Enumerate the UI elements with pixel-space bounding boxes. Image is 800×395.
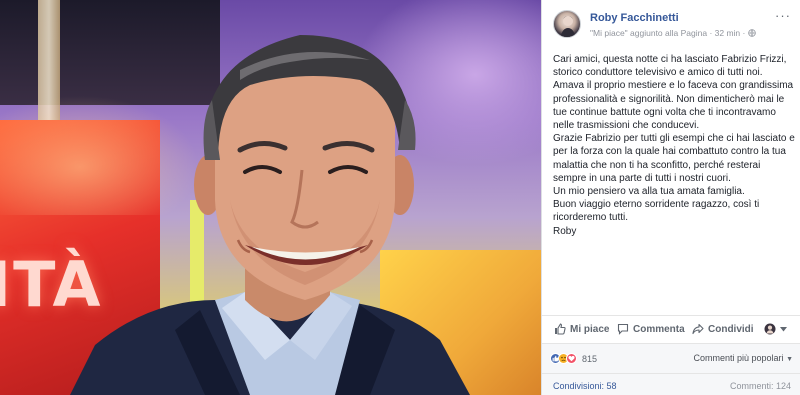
like-label: Mi piace [570, 323, 610, 335]
post-body: Cari amici, questa notte ci ha lasciato … [553, 53, 795, 238]
stats-divider [542, 373, 800, 374]
author-avatar[interactable] [553, 10, 581, 38]
author-name-link[interactable]: Roby Facchinetti [590, 12, 679, 24]
page-avatar-icon [764, 323, 776, 335]
post-paragraph: Cari amici, questa notte ci ha lasciato … [553, 54, 794, 132]
reactions-summary[interactable]: 815 [550, 353, 597, 364]
post-meta: "Mi piace" aggiunto alla Pagina · 32 min… [590, 28, 756, 38]
love-reaction-icon [566, 353, 577, 364]
post-stats: 815 Commenti più popolari ▼ Condivisioni… [542, 343, 800, 395]
share-button[interactable]: Condividi [692, 323, 754, 335]
reaction-count: 815 [582, 353, 598, 364]
comment-icon [617, 323, 629, 335]
caret-down-icon: ▼ [786, 356, 793, 363]
comments-count[interactable]: Commenti: 124 [730, 381, 791, 391]
post-header: Roby Facchinetti "Mi piace" aggiunto all… [553, 8, 793, 40]
post-meta-text: "Mi piace" aggiunto alla Pagina · 32 min… [590, 28, 748, 38]
post-options-button[interactable]: ··· [775, 8, 791, 23]
comments-sort-dropdown[interactable]: Commenti più popolari ▼ [694, 353, 794, 363]
thumbs-up-icon [554, 323, 566, 335]
globe-icon [747, 28, 756, 38]
share-icon [692, 323, 704, 335]
sort-label: Commenti più popolari [693, 353, 784, 363]
post-paragraph: Grazie Fabrizio per tutti gli esempi che… [553, 133, 795, 184]
like-button[interactable]: Mi piace [554, 323, 609, 335]
comment-label: Commenta [633, 323, 685, 335]
post-paragraph: Un mio pensiero va alla tua amata famigl… [553, 186, 745, 198]
presenter-portrait [70, 35, 470, 395]
react-as-page-selector[interactable] [764, 323, 787, 335]
chevron-down-icon [780, 326, 787, 332]
share-label: Condividi [708, 323, 754, 335]
post-paragraph: Roby [553, 225, 577, 237]
comment-button[interactable]: Commenta [617, 323, 685, 335]
post-panel: Roby Facchinetti "Mi piace" aggiunto all… [541, 0, 800, 395]
post-paragraph: Buon viaggio eterno sorridente ragazzo, … [553, 199, 760, 224]
post-action-bar: Mi piace Commenta Condividi [542, 315, 800, 343]
post-photo[interactable]: ITÀ [0, 0, 541, 395]
shares-count-link[interactable]: Condivisioni: 58 [553, 381, 617, 391]
